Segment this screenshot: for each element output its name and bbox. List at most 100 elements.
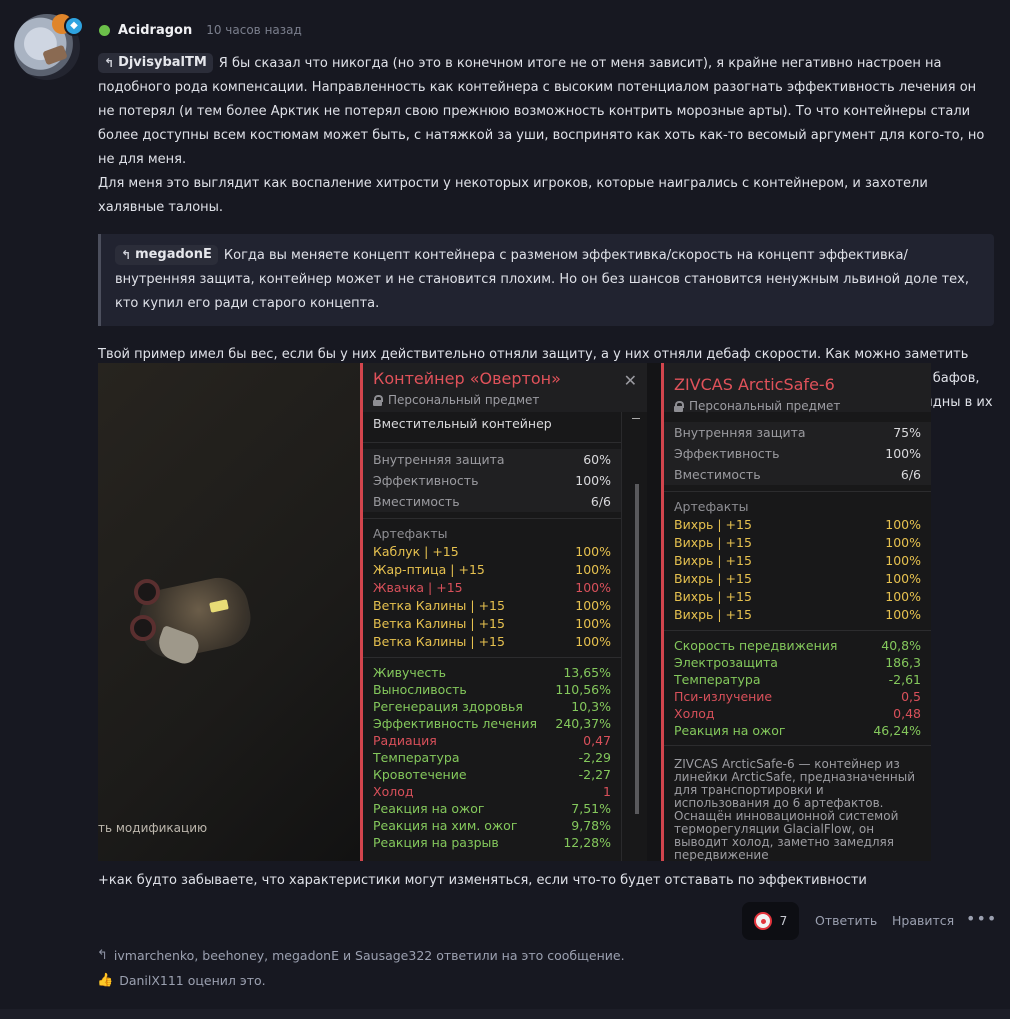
artifact-value: 100% — [575, 634, 611, 649]
artifact-name: Жвачка | +15 — [373, 580, 463, 595]
effect-row: Выносливость 110,56% — [373, 681, 611, 698]
artifact-row: Ветка Калины | +15 100% — [373, 597, 611, 615]
container-ring — [134, 579, 160, 605]
artifact-value: 100% — [575, 562, 611, 577]
item-panel-arcticsafe: ZIVCAS ArcticSafe-6 Персональный предмет… — [661, 363, 931, 861]
effect-value: -2,61 — [888, 672, 921, 687]
liked-text[interactable]: DanilX111 оценил это. — [119, 973, 265, 988]
artifacts-label: Артефакты — [674, 499, 749, 514]
artifact-name: Вихрь | +15 — [674, 517, 752, 532]
stat-value: 100% — [575, 473, 611, 488]
artifact-row: Вихрь | +15 100% — [674, 606, 921, 624]
effect-value: 46,24% — [873, 723, 921, 738]
item-subtitle: Персональный предмет — [373, 393, 637, 407]
stat-name: Эффективность — [674, 446, 780, 461]
item-subtitle-text: Персональный предмет — [388, 393, 540, 407]
effect-name: Регенерация здоровья — [373, 699, 523, 714]
artifact-value: 100% — [575, 598, 611, 613]
online-status-icon — [99, 24, 110, 36]
diamond-badge-icon: ◆ — [64, 16, 84, 36]
effect-name: Температура — [674, 672, 761, 687]
quote-username: megadonE — [135, 247, 212, 262]
artifact-row: Ветка Калины | +15 100% — [373, 633, 611, 651]
artifact-name: Жар-птица | +15 — [373, 562, 485, 577]
artifact-name: Ветка Калины | +15 — [373, 598, 505, 613]
replied-text[interactable]: ivmarchenko, beehoney, megadonE и Sausag… — [114, 948, 625, 963]
effect-value: 12,28% — [563, 835, 611, 850]
artifact-row: Ветка Калины | +15 100% — [373, 615, 611, 633]
reply-arrow-icon: ↰ — [97, 948, 108, 963]
item-title: Контейнер «Овертон» — [373, 369, 561, 388]
effect-value: 1 — [603, 784, 611, 799]
effect-name: Эффективность лечения — [373, 716, 538, 731]
effect-name: Реакция на разрыв — [373, 835, 499, 850]
effect-name: Кровотечение — [373, 767, 467, 782]
effect-row: Скорость передвижения 40,8% — [674, 637, 921, 654]
stat-value: 60% — [583, 452, 611, 467]
panel-body: Внутренняя защита 75% Эффективность 100% Вме… — [664, 412, 931, 861]
effect-name: Реакция на хим. ожог — [373, 818, 518, 833]
artifact-value: 100% — [575, 580, 611, 595]
effect-name: Реакция на ожог — [373, 801, 485, 816]
effect-value: 7,51% — [571, 801, 611, 816]
stat-row: Эффективность 100% — [363, 470, 621, 491]
artifacts-label: Артефакты — [373, 526, 448, 541]
artifact-name: Вихрь | +15 — [674, 589, 752, 604]
artifact-name: Ветка Калины | +15 — [373, 616, 505, 631]
stat-row: Внутренняя защита 75% — [664, 422, 931, 443]
effect-value: -2,27 — [578, 767, 611, 782]
artifact-value: 100% — [885, 607, 921, 622]
artifact-name: Вихрь | +15 — [674, 553, 752, 568]
post-time[interactable]: 10 часов назад — [206, 23, 302, 37]
stat-value: 6/6 — [590, 494, 611, 509]
effect-row: Эффективность лечения 240,37% — [373, 715, 611, 732]
attached-screenshot[interactable]: ть модификацию Контейнер «Овертон» Персо… — [98, 363, 931, 861]
artifact-name: Вихрь | +15 — [674, 535, 752, 550]
effect-name: Скорость передвижения — [674, 638, 838, 653]
divider — [363, 657, 621, 658]
divider — [664, 491, 931, 492]
effect-name: Электрозащита — [674, 655, 778, 670]
artifact-name: Ветка Калины | +15 — [373, 634, 505, 649]
quote-mention[interactable]: ↰ megadonE — [115, 245, 218, 265]
reply-mention[interactable]: ↰ DjvisybalTM — [98, 53, 213, 73]
stat-name: Вместимость — [373, 494, 460, 509]
effect-row: Электрозащита 186,3 — [674, 654, 921, 671]
effect-name: Живучесть — [373, 665, 446, 680]
artifact-value: 100% — [575, 616, 611, 631]
effect-row: Температура -2,61 — [674, 671, 921, 688]
scroll-minus-icon — [632, 418, 640, 419]
artifact-row: Вихрь | +15 100% — [674, 552, 921, 570]
author-name[interactable]: Acidragon — [118, 23, 192, 38]
artifact-row: Вихрь | +15 100% — [674, 570, 921, 588]
author-avatar[interactable]: ◆ — [14, 14, 84, 82]
artifact-row: Вихрь | +15 100% — [674, 588, 921, 606]
reaction-button[interactable]: 7 — [742, 902, 799, 940]
effect-name: Реакция на ожог — [674, 723, 786, 738]
close-icon[interactable]: ✕ — [624, 371, 637, 390]
effect-value: 0,47 — [583, 733, 611, 748]
more-options-icon[interactable]: ••• — [966, 909, 997, 928]
stat-name: Эффективность — [373, 473, 479, 488]
clown-reaction-icon — [753, 912, 772, 930]
scroll-thumb[interactable] — [635, 484, 639, 814]
container-type: Вместительный контейнер — [373, 416, 552, 431]
container-ring — [130, 615, 156, 641]
item-panel-overton: Контейнер «Овертон» Персональный предмет… — [360, 363, 647, 861]
divider — [363, 442, 621, 443]
effect-name: Радиация — [373, 733, 437, 748]
bottom-divider — [0, 1009, 1010, 1019]
lock-icon — [373, 394, 383, 406]
effect-name: Холод — [674, 706, 715, 721]
replied-summary: ↰ ivmarchenko, beehoney, megadonE и Saus… — [97, 948, 625, 963]
container-model-image — [126, 572, 261, 673]
stat-name: Вместимость — [674, 467, 761, 482]
stat-value: 6/6 — [900, 467, 921, 482]
panel-scrollbar[interactable] — [621, 412, 647, 861]
item-subtitle-text: Персональный предмет — [689, 399, 841, 413]
effect-value: -2,29 — [578, 750, 611, 765]
quote-block: ↰ megadonE Когда вы меняете концепт конт… — [98, 234, 994, 326]
reply-button[interactable]: Ответить — [815, 913, 877, 928]
effect-row: Реакция на ожог 7,51% — [373, 800, 611, 817]
like-button[interactable]: Нравится — [892, 913, 954, 928]
